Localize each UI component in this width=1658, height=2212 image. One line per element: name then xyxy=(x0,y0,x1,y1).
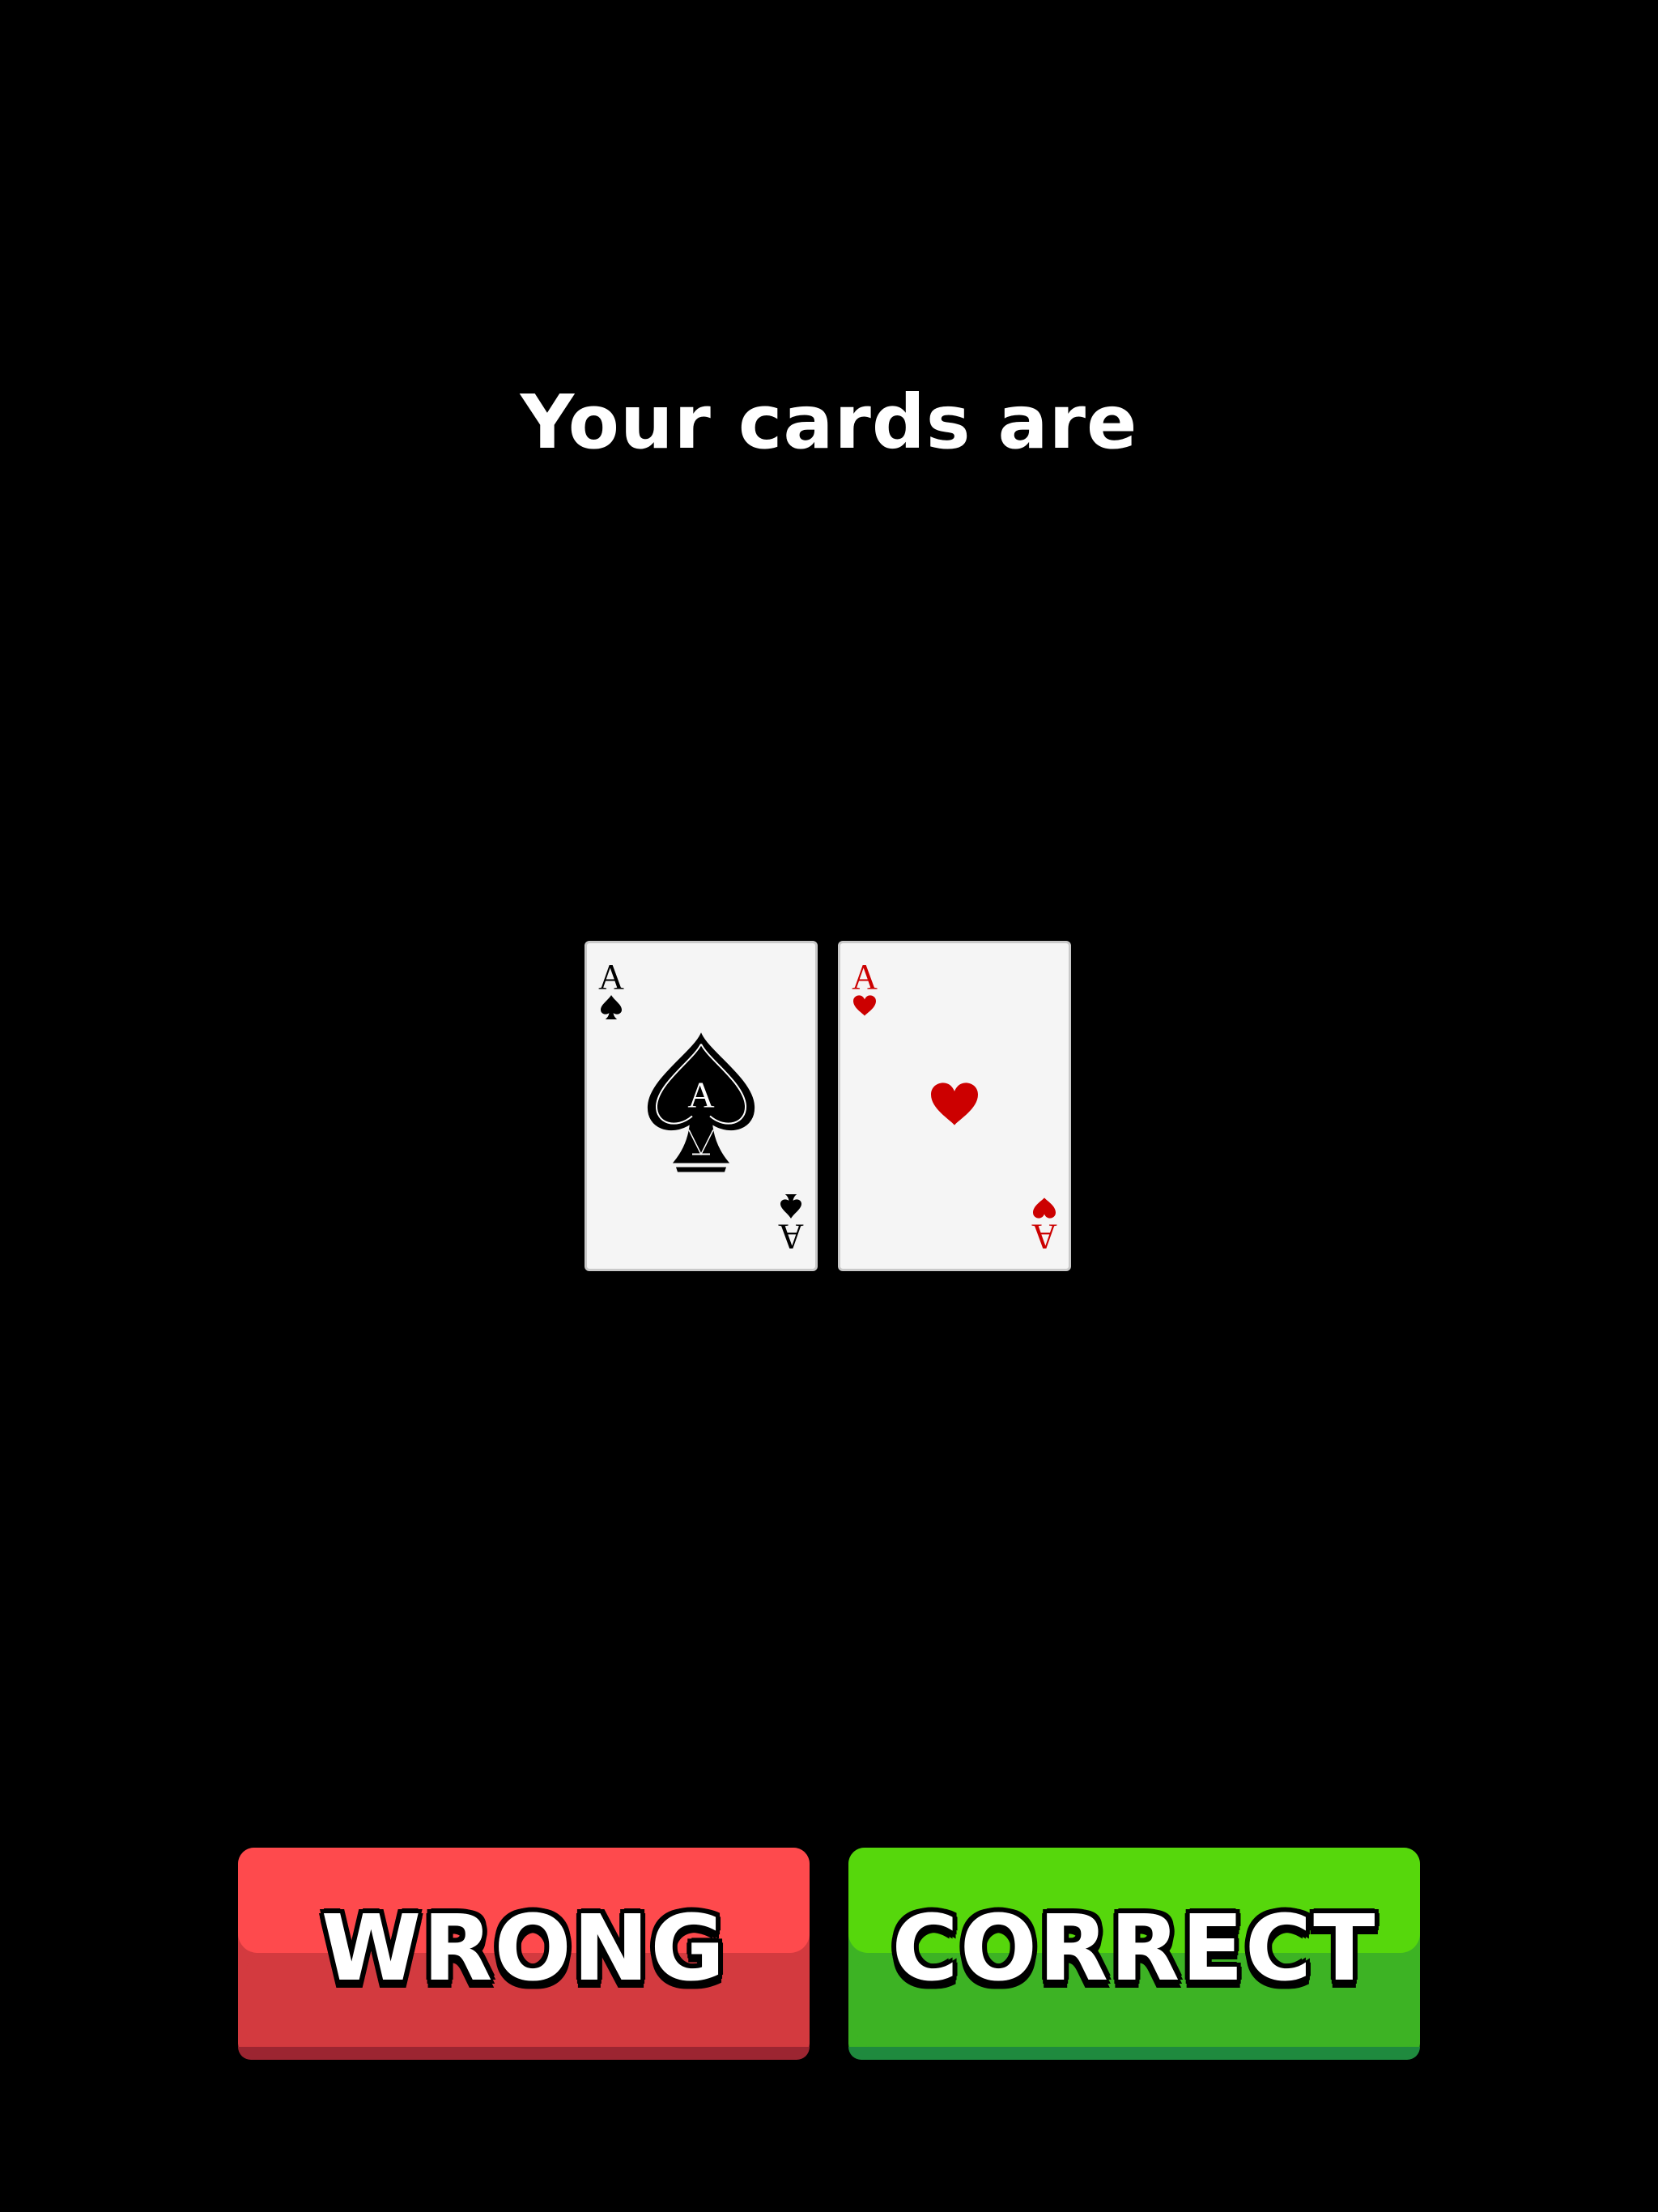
card-rank: A xyxy=(1031,1217,1057,1257)
correct-button-label: CORRECT xyxy=(891,1896,1377,2001)
card-rank: A xyxy=(852,957,878,997)
correct-button[interactable]: CORRECT xyxy=(848,1848,1420,2060)
heart-icon xyxy=(1033,1197,1056,1219)
wrong-button[interactable]: WRONG xyxy=(238,1848,810,2060)
spade-icon xyxy=(780,1194,801,1219)
card-ace-of-spades: A A A xyxy=(585,941,818,1271)
card-rank: A xyxy=(598,957,624,997)
card-rank: A xyxy=(778,1217,804,1257)
card-corner-bottom: A xyxy=(775,1194,807,1257)
spade-icon xyxy=(601,995,622,1019)
card-corner-top: A xyxy=(848,959,881,1016)
heart-icon xyxy=(853,995,876,1016)
card-ace-of-hearts: A A xyxy=(838,941,1071,1271)
card-corner-top: A xyxy=(595,959,627,1019)
page-title: Your cards are xyxy=(520,379,1138,466)
spade-icon: A xyxy=(644,1032,759,1180)
card-center-label: A xyxy=(687,1074,714,1116)
card-corner-bottom: A xyxy=(1028,1197,1061,1257)
button-shadow xyxy=(848,2047,1420,2060)
game-screen: Your cards are A A A A A WRONG CORRECT xyxy=(0,0,1658,2212)
wrong-button-label: WRONG xyxy=(321,1896,727,2001)
button-shadow xyxy=(238,2047,810,2060)
heart-icon xyxy=(931,1083,978,1130)
